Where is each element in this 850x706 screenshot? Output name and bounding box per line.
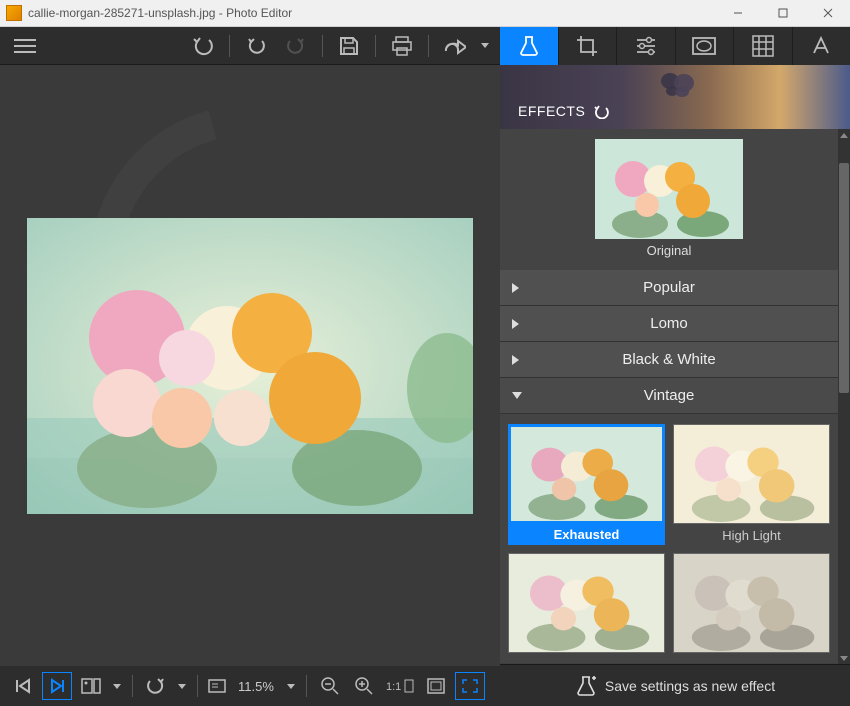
effect-label: High Light	[673, 528, 830, 543]
menu-button[interactable]	[8, 31, 42, 61]
save-button[interactable]	[332, 31, 366, 61]
crop-icon	[576, 35, 598, 57]
caret-right-icon	[512, 355, 519, 365]
redo-step-button[interactable]	[279, 31, 313, 61]
zoom-out-button[interactable]	[315, 672, 345, 700]
effect-highlight[interactable]: High Light	[673, 424, 830, 545]
undo-step-button[interactable]	[239, 31, 273, 61]
caret-right-icon	[512, 283, 519, 293]
scrollbar-thumb[interactable]	[839, 163, 849, 393]
browse-images-button[interactable]	[76, 672, 106, 700]
sliders-icon	[635, 36, 657, 56]
reset-effects-button[interactable]	[593, 105, 609, 119]
prev-image-button[interactable]	[8, 672, 38, 700]
flask-icon	[518, 35, 540, 57]
maximize-button[interactable]	[760, 0, 805, 27]
effect-thumb	[508, 424, 665, 524]
fit-screen-button[interactable]	[421, 672, 451, 700]
image-preview	[27, 218, 473, 514]
canvas-area[interactable]	[0, 65, 500, 666]
category-vintage[interactable]: Vintage	[500, 378, 838, 414]
effect-thumb	[673, 553, 830, 653]
main-toolbar	[0, 27, 500, 65]
separator	[322, 35, 323, 57]
close-button[interactable]	[805, 0, 850, 27]
app-icon	[6, 5, 22, 21]
effect-thumb	[508, 553, 665, 653]
category-lomo[interactable]: Lomo	[500, 306, 838, 342]
rotate-button[interactable]	[141, 672, 171, 700]
effects-panel: Original Popular Lomo Black & White Vint…	[500, 129, 850, 664]
fit-window-button[interactable]	[455, 672, 485, 700]
effect-label: Exhausted	[508, 524, 665, 545]
effects-header-label: EFFECTS	[518, 103, 585, 119]
zoom-preset-button[interactable]	[206, 672, 228, 700]
text-icon	[810, 35, 832, 57]
effect-item[interactable]	[508, 553, 665, 653]
scrollbar[interactable]	[838, 129, 850, 664]
titlebar: callie-morgan-285271-unsplash.jpg - Phot…	[0, 0, 850, 27]
tab-crop[interactable]	[559, 27, 618, 65]
vintage-effects-grid: Exhausted High Light	[500, 414, 838, 663]
category-label: Vintage	[644, 387, 695, 404]
actual-size-button[interactable]: 1:1	[383, 672, 417, 700]
tab-effects[interactable]	[500, 27, 559, 65]
share-button[interactable]	[438, 31, 472, 61]
tools-pane: EFFECTS	[500, 27, 850, 706]
grid-icon	[752, 35, 774, 57]
original-label: Original	[510, 243, 828, 258]
tab-frame[interactable]	[676, 27, 735, 65]
next-image-button[interactable]	[42, 672, 72, 700]
separator	[375, 35, 376, 57]
tab-text[interactable]	[793, 27, 850, 65]
editor-pane: 11.5% 1:1	[0, 27, 500, 706]
save-as-effect-button[interactable]: Save settings as new effect	[500, 664, 850, 706]
bottom-toolbar: 11.5% 1:1	[0, 666, 500, 706]
browse-dropdown[interactable]	[110, 684, 124, 689]
separator	[428, 35, 429, 57]
category-label: Black & White	[622, 351, 715, 368]
save-as-effect-label: Save settings as new effect	[605, 678, 775, 694]
separator	[306, 675, 307, 697]
original-preview[interactable]: Original	[500, 129, 838, 270]
separator	[197, 675, 198, 697]
undo-button[interactable]	[186, 31, 220, 61]
zoom-dropdown[interactable]	[284, 684, 298, 689]
separator	[229, 35, 230, 57]
tab-texture[interactable]	[734, 27, 793, 65]
vignette-icon	[692, 37, 716, 55]
zoom-readout: 11.5%	[232, 679, 280, 694]
effects-header: EFFECTS	[500, 65, 850, 129]
effect-thumb	[673, 424, 830, 524]
caret-right-icon	[512, 319, 519, 329]
category-black-white[interactable]: Black & White	[500, 342, 838, 378]
tool-tabs	[500, 27, 850, 65]
category-label: Popular	[643, 279, 695, 296]
flask-plus-icon	[575, 675, 597, 697]
minimize-button[interactable]	[715, 0, 760, 27]
rotate-dropdown[interactable]	[175, 684, 189, 689]
original-thumb	[595, 139, 743, 239]
print-button[interactable]	[385, 31, 419, 61]
caret-down-icon	[512, 392, 522, 399]
separator	[132, 675, 133, 697]
effect-item[interactable]	[673, 553, 830, 653]
share-dropdown[interactable]	[478, 43, 492, 48]
window-title: callie-morgan-285271-unsplash.jpg - Phot…	[28, 6, 715, 20]
scroll-up-button[interactable]	[838, 129, 850, 141]
tab-adjust[interactable]	[617, 27, 676, 65]
butterfly-decor	[660, 71, 696, 99]
svg-text:1:1: 1:1	[386, 681, 401, 693]
effect-exhausted[interactable]: Exhausted	[508, 424, 665, 545]
category-popular[interactable]: Popular	[500, 270, 838, 306]
scroll-down-button[interactable]	[838, 652, 850, 664]
category-label: Lomo	[650, 315, 688, 332]
zoom-in-button[interactable]	[349, 672, 379, 700]
